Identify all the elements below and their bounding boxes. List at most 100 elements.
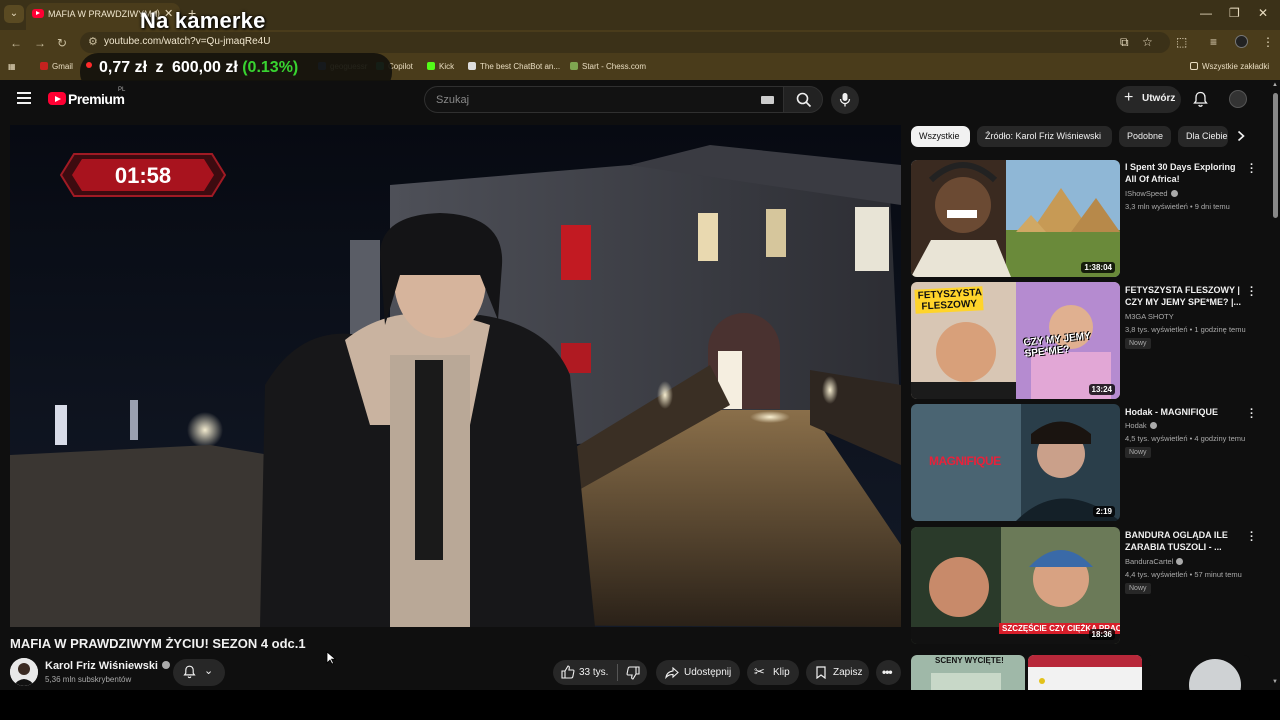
youtube-brand[interactable]: Premium [68, 91, 125, 107]
short-thumbnail[interactable] [1028, 655, 1142, 690]
recommendation-thumbnail[interactable]: 1:38:04 [911, 160, 1120, 277]
clip-button[interactable]: ✂ Klip [747, 660, 799, 685]
share-label: Udostępnij [684, 667, 732, 678]
recommendation-thumbnail[interactable]: FETYSZYSTA FLESZOWY CZY MY JEMY SPE*ME? … [911, 282, 1120, 399]
bookmark-kick[interactable]: Kick [427, 62, 454, 71]
recommendation-title[interactable]: Hodak - MAGNIFIQUE [1125, 406, 1243, 418]
recommendation-channel[interactable]: BanduraCartel [1125, 557, 1184, 566]
reading-list-icon[interactable]: ≡ [1210, 35, 1217, 49]
bookmark-chatbot[interactable]: The best ChatBot an... [468, 62, 560, 71]
page-scrollbar[interactable]: ▲ ▼ [1271, 81, 1280, 690]
create-button[interactable]: + Utwórz [1116, 86, 1181, 113]
profile-avatar[interactable] [1235, 35, 1248, 48]
reload-icon[interactable]: ↻ [57, 36, 67, 50]
site-info-icon[interactable]: ⚙ [88, 35, 98, 48]
chevron-right-icon[interactable] [1236, 130, 1246, 142]
youtube-favicon-icon [32, 9, 44, 18]
upload-age: 4 godziny temu [1194, 434, 1246, 443]
all-bookmarks-label: Wszystkie zakładki [1202, 62, 1270, 71]
scroll-down-icon[interactable]: ▼ [1272, 679, 1278, 685]
recommendation-channel[interactable]: IShowSpeed [1125, 189, 1178, 198]
scrollbar-thumb[interactable] [1273, 93, 1278, 218]
recommendation-title[interactable]: BANDURA OGLĄDA ILE ZARABIA TUSZOLI - ... [1125, 529, 1243, 553]
thumbs-down-icon [626, 666, 640, 680]
scroll-up-icon[interactable]: ▲ [1272, 82, 1278, 88]
channel-avatar[interactable] [10, 658, 38, 686]
duration-badge: 1:38:04 [1081, 262, 1115, 273]
chip-all[interactable]: Wszystkie [911, 126, 970, 147]
live-dot-icon [86, 62, 92, 68]
recommendation-channel[interactable]: Hodak [1125, 421, 1157, 430]
forward-icon[interactable]: → [34, 36, 46, 50]
account-avatar[interactable] [1229, 90, 1247, 108]
more-options-icon[interactable]: · · · [1250, 405, 1254, 424]
voice-search-button[interactable] [831, 86, 859, 114]
bookmark-label: Gmail [52, 62, 73, 71]
address-bar[interactable]: ⚙ youtube.com/watch?v=Qu-jmaqRe4U [80, 32, 1170, 53]
video-player[interactable]: 01:58 [10, 125, 901, 627]
recommendation-meta: 4,5 tys. wyświetleń • 4 godziny temu [1125, 434, 1246, 443]
search-placeholder: Szukaj [436, 94, 470, 106]
screen: ⌄ MAFIA W PRAWDZIWYM ŻYCIU! SEZON 4 odc.… [0, 0, 1280, 720]
save-button[interactable]: Zapisz [806, 660, 869, 685]
chip-for-you[interactable]: Dla Ciebie [1178, 126, 1228, 147]
youtube-logo-icon[interactable] [48, 92, 66, 105]
maximize-icon[interactable]: ❐ [1229, 6, 1240, 20]
recommendation-thumbnail[interactable]: MAGNIFIQUE 2:19 [911, 404, 1120, 521]
donation-amount: 0,77 zł [99, 59, 148, 76]
chip-related[interactable]: Podobne [1119, 126, 1171, 147]
notifications-bell-icon[interactable] [1193, 91, 1208, 108]
more-options-icon[interactable]: · · · [1250, 283, 1254, 302]
more-horizontal-icon: ••• [882, 665, 893, 679]
verified-icon [1176, 558, 1184, 565]
keyboard-icon[interactable] [761, 96, 774, 104]
mouse-cursor-icon [326, 651, 336, 665]
chrome-menu-icon[interactable]: ⋮ [1262, 35, 1274, 49]
tab-search-button[interactable]: ⌄ [4, 5, 24, 23]
back-icon[interactable]: ← [10, 36, 22, 50]
close-window-icon[interactable]: ✕ [1258, 6, 1268, 20]
more-actions-button[interactable]: ••• [876, 660, 901, 685]
bookmark-chess[interactable]: Start - Chess.com [570, 62, 646, 71]
all-bookmarks[interactable]: Wszystkie zakładki [1190, 62, 1269, 71]
short-thumbnail[interactable] [1145, 655, 1250, 690]
recommendation-meta: 3,8 tys. wyświetleń • 1 godzinę temu [1125, 325, 1246, 334]
apps-grid-icon[interactable]: ▦ [8, 62, 16, 71]
bookmark-star-icon[interactable]: ☆ [1142, 35, 1153, 49]
recommendation-thumbnail[interactable]: SZCZĘŚCIE CZY CIĘŻKA PRACA? 18:36 [911, 527, 1120, 644]
bottom-black-bar [0, 690, 1280, 720]
countdown-timer: 01:58 [60, 152, 226, 198]
more-options-icon[interactable]: · · · [1250, 528, 1254, 547]
subscriber-count: 5,36 mln subskrybentów [45, 675, 132, 684]
duration-badge: 13:24 [1088, 384, 1115, 395]
recommendation-title[interactable]: I Spent 30 Days Exploring All Of Africa! [1125, 161, 1243, 185]
subscription-notifications-button[interactable]: ⌄ [173, 659, 225, 686]
menu-icon[interactable] [17, 92, 31, 104]
chip-source[interactable]: Źródło: Karol Friz Wiśniewski [977, 126, 1112, 147]
recommendation-title[interactable]: FETYSZYSTA FLESZOWY | CZY MY JEMY SPE*ME… [1125, 284, 1243, 308]
thumbnail-image [1028, 655, 1142, 690]
more-options-icon[interactable]: · · · [1250, 160, 1254, 179]
channel-avatar-image [10, 658, 38, 686]
microphone-icon [839, 93, 851, 107]
bookmark-icon [816, 666, 826, 679]
recommendation-channel[interactable]: M3GA SHOTY [1125, 312, 1174, 321]
search-input[interactable]: Szukaj [424, 86, 784, 113]
dislike-button[interactable] [619, 660, 647, 685]
donation-percent: (0.13%) [242, 59, 299, 76]
bookmark-label: Start - Chess.com [582, 62, 647, 71]
like-button[interactable]: 33 tys. [553, 660, 617, 685]
bookmark-gmail[interactable]: Gmail [40, 62, 73, 71]
view-count: 3,8 tys. wyświetleń [1125, 325, 1188, 334]
thumbnail-caption: MAGNIFIQUE [929, 454, 1001, 468]
new-badge: Nowy [1125, 447, 1151, 458]
view-count: 4,5 tys. wyświetleń [1125, 434, 1188, 443]
channel-name[interactable]: Karol Friz Wiśniewski [45, 660, 170, 672]
share-button[interactable]: Udostępnij [656, 660, 740, 685]
short-thumbnail[interactable]: SCENY WYCIĘTE! [911, 655, 1025, 690]
minimize-icon[interactable]: — [1200, 6, 1212, 20]
install-app-icon[interactable]: ⧉ [1120, 35, 1129, 50]
search-button[interactable] [783, 86, 823, 113]
extensions-icon[interactable]: ⬚ [1176, 35, 1187, 49]
save-label: Zapisz [833, 667, 863, 678]
